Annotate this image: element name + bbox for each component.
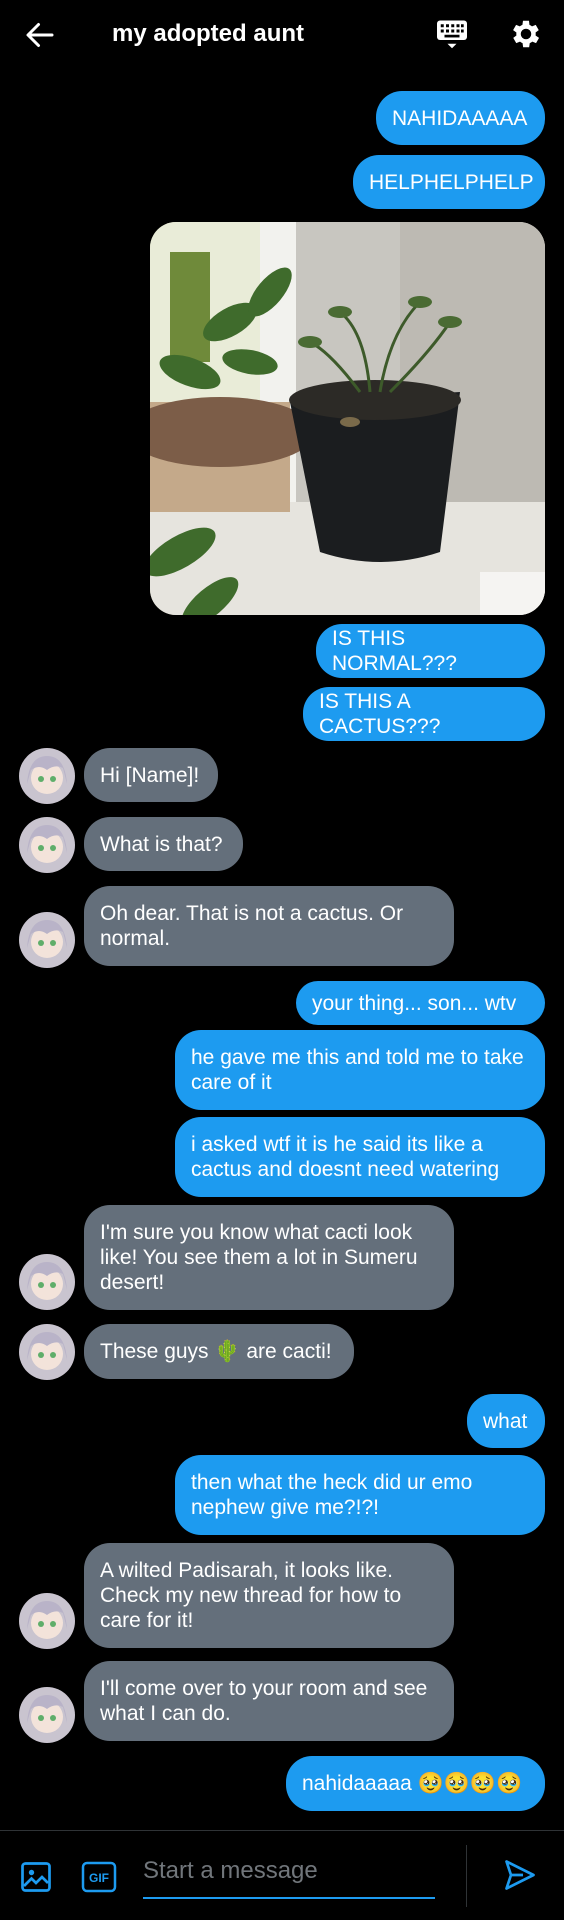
add-image-button[interactable] xyxy=(18,1859,54,1895)
arrow-left-icon xyxy=(26,23,54,47)
add-gif-button[interactable]: GIF xyxy=(81,1859,117,1895)
avatar-image xyxy=(19,1254,75,1310)
message-bubble-received[interactable]: These guys 🌵 are cacti! xyxy=(84,1324,354,1379)
conversation-title[interactable]: my adopted aunt xyxy=(112,18,304,50)
message-bubble-received[interactable]: I'll come over to your room and see what… xyxy=(84,1661,454,1741)
message-bubble-sent[interactable]: your thing... son... wtv xyxy=(296,981,545,1025)
message-composer: GIF Start a message xyxy=(0,1830,564,1920)
avatar[interactable] xyxy=(19,912,75,968)
message-bubble-sent[interactable]: NAHIDAAAAA xyxy=(376,91,545,145)
avatar[interactable] xyxy=(19,748,75,804)
image-icon xyxy=(21,1862,51,1892)
avatar-image xyxy=(19,912,75,968)
message-bubble-received[interactable]: I'm sure you know what cacti look like! … xyxy=(84,1205,454,1310)
avatar-image xyxy=(19,1687,75,1743)
back-button[interactable] xyxy=(22,17,58,53)
composer-divider xyxy=(466,1845,467,1907)
message-bubble-sent[interactable]: i asked wtf it is he said its like a cac… xyxy=(175,1117,545,1197)
avatar-image xyxy=(19,748,75,804)
avatar-image xyxy=(19,817,75,873)
chat-header: my adopted aunt xyxy=(0,0,564,70)
message-bubble-sent[interactable]: nahidaaaaa 🥹🥹🥹🥹 xyxy=(286,1756,545,1811)
message-input[interactable]: Start a message xyxy=(143,1849,435,1899)
send-icon xyxy=(505,1860,535,1890)
avatar[interactable] xyxy=(19,1324,75,1380)
message-bubble-received[interactable]: Oh dear. That is not a cactus. Or normal… xyxy=(84,886,454,966)
keyboard-button[interactable] xyxy=(434,16,470,52)
gear-icon xyxy=(513,20,540,48)
message-photo[interactable] xyxy=(150,222,545,615)
plant-photo xyxy=(150,222,545,615)
message-bubble-received[interactable]: Hi [Name]! xyxy=(84,748,218,802)
message-bubble-sent[interactable]: IS THIS A CACTUS??? xyxy=(303,687,545,741)
message-bubble-received[interactable]: What is that? xyxy=(84,817,243,871)
avatar[interactable] xyxy=(19,817,75,873)
message-bubble-sent[interactable]: he gave me this and told me to take care… xyxy=(175,1030,545,1110)
avatar[interactable] xyxy=(19,1687,75,1743)
message-bubble-sent[interactable]: then what the heck did ur emo nephew giv… xyxy=(175,1455,545,1535)
gif-label: GIF xyxy=(89,1871,109,1885)
message-bubble-sent[interactable]: what xyxy=(467,1394,545,1448)
message-bubble-sent[interactable]: HELPHELPHELP xyxy=(353,155,545,209)
avatar-image xyxy=(19,1324,75,1380)
keyboard-icon xyxy=(437,20,467,49)
send-button[interactable] xyxy=(502,1857,538,1893)
avatar[interactable] xyxy=(19,1254,75,1310)
avatar[interactable] xyxy=(19,1593,75,1649)
settings-button[interactable] xyxy=(508,16,544,52)
avatar-image xyxy=(19,1593,75,1649)
message-bubble-received[interactable]: A wilted Padisarah, it looks like. Check… xyxy=(84,1543,454,1648)
message-bubble-sent[interactable]: IS THIS NORMAL??? xyxy=(316,624,545,678)
gif-icon: GIF xyxy=(81,1861,117,1893)
